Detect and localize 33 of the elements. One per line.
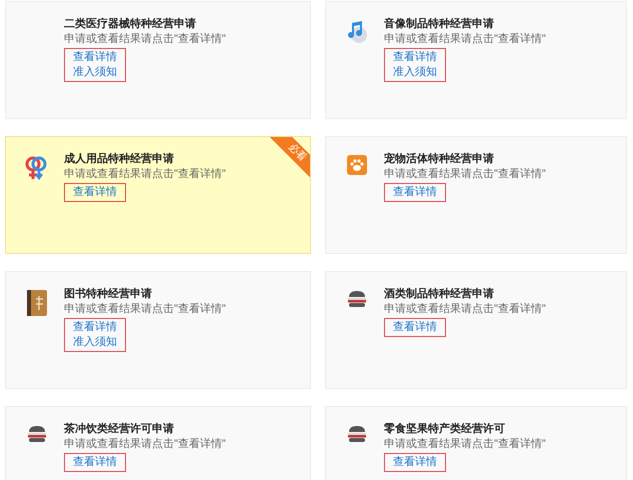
- detail-link[interactable]: 准入须知: [73, 335, 117, 350]
- detail-link[interactable]: 查看详情: [393, 185, 437, 200]
- detail-link[interactable]: 查看详情: [73, 50, 117, 65]
- card-hint: 申请或查看结果请点击"查看详情": [64, 302, 226, 317]
- card-hint: 申请或查看结果请点击"查看详情": [384, 167, 546, 182]
- detail-link[interactable]: 查看详情: [393, 50, 437, 65]
- burger-icon: [347, 290, 367, 308]
- burger-icon: [27, 425, 47, 443]
- detail-link[interactable]: 查看详情: [73, 455, 117, 470]
- detail-link[interactable]: 准入须知: [73, 65, 117, 80]
- card-hint: 申请或查看结果请点击"查看详情": [384, 32, 546, 47]
- detail-link[interactable]: 查看详情: [393, 455, 437, 470]
- music-note-icon: [346, 20, 368, 44]
- detail-link[interactable]: 查看详情: [73, 185, 117, 200]
- card-title: 音像制品特种经营申请: [384, 17, 494, 32]
- card-hint: 申请或查看结果请点击"查看详情": [384, 302, 546, 317]
- detail-link[interactable]: 准入须知: [393, 65, 437, 80]
- card-title: 图书特种经营申请: [64, 287, 152, 302]
- detail-link[interactable]: 查看详情: [393, 320, 437, 335]
- detail-link[interactable]: 查看详情: [73, 320, 117, 335]
- burger-icon: [347, 425, 367, 443]
- card-title: 宠物活体特种经营申请: [384, 152, 494, 167]
- card-title: 酒类制品特种经营申请: [384, 287, 494, 302]
- card-hint: 申请或查看结果请点击"查看详情": [64, 437, 226, 452]
- paw-icon: [347, 155, 367, 175]
- card-hint: 申请或查看结果请点击"查看详情": [384, 437, 546, 452]
- book-icon: [27, 290, 47, 316]
- card-title: 茶冲饮类经营许可申请: [64, 422, 174, 437]
- card-hint: 申请或查看结果请点击"查看详情": [64, 167, 226, 182]
- card-title: 零食坚果特产类经营许可: [384, 422, 505, 437]
- card-title: 成人用品特种经营申请: [64, 152, 174, 167]
- card-hint: 申请或查看结果请点击"查看详情": [64, 32, 226, 47]
- card-title: 二类医疗器械特种经营申请: [64, 17, 196, 32]
